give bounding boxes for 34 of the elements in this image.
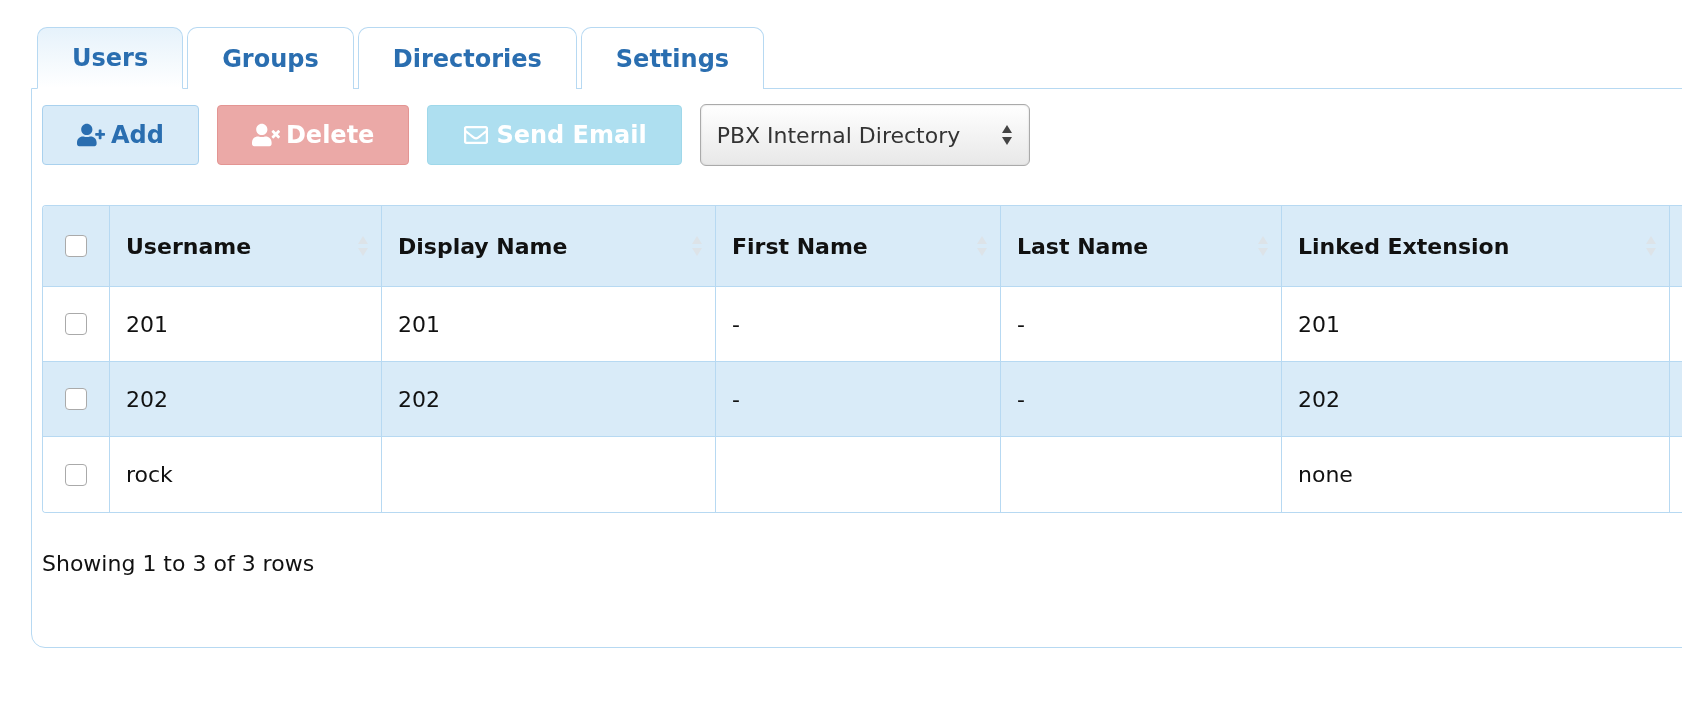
- envelope-icon: [462, 123, 491, 147]
- checkbox[interactable]: [65, 388, 87, 410]
- table-cell-text: none: [1298, 461, 1353, 489]
- column-header: First Name: [732, 232, 868, 261]
- table-cell-text: 202: [1298, 385, 1340, 414]
- table-cell-text: -: [1017, 385, 1025, 414]
- table-cell-text: 201: [1298, 310, 1340, 339]
- table-cell-text: -: [732, 310, 740, 339]
- table-cell-text: rock: [126, 461, 173, 489]
- table-row[interactable]: 202 202 - - 202: [43, 362, 1682, 437]
- table-cell-text: 201: [126, 310, 168, 339]
- checkbox[interactable]: [65, 235, 87, 257]
- tab[interactable]: Groups: [187, 27, 354, 89]
- table-cell-text: 202: [126, 385, 168, 414]
- table-cell-text: 201: [398, 310, 440, 339]
- tab[interactable]: Users: [37, 27, 184, 89]
- column-header: Last Name: [1017, 232, 1149, 261]
- remove-user-icon: [251, 123, 280, 147]
- table-cell-text: -: [1017, 310, 1025, 339]
- table-cell-text: 202: [398, 385, 440, 414]
- directory-select[interactable]: PBX Internal Directory: [699, 104, 1030, 166]
- column-header: Username: [126, 232, 252, 261]
- table-row[interactable]: 201 201 - - 201: [43, 287, 1682, 362]
- table-cell-text: -: [732, 385, 740, 414]
- add-user-icon: [77, 123, 105, 147]
- column-header: Display Name: [398, 232, 568, 261]
- pagination-info: Showing 1 to 3 of 3 rows: [42, 550, 315, 578]
- column-header: Linked Extension: [1298, 232, 1510, 261]
- select-arrows-icon: [1000, 123, 1013, 147]
- checkbox[interactable]: [65, 313, 87, 335]
- toolbar-button[interactable]: Add: [42, 105, 199, 165]
- checkbox[interactable]: [65, 463, 87, 486]
- tab[interactable]: Directories: [357, 27, 577, 89]
- tab[interactable]: Settings: [580, 27, 765, 89]
